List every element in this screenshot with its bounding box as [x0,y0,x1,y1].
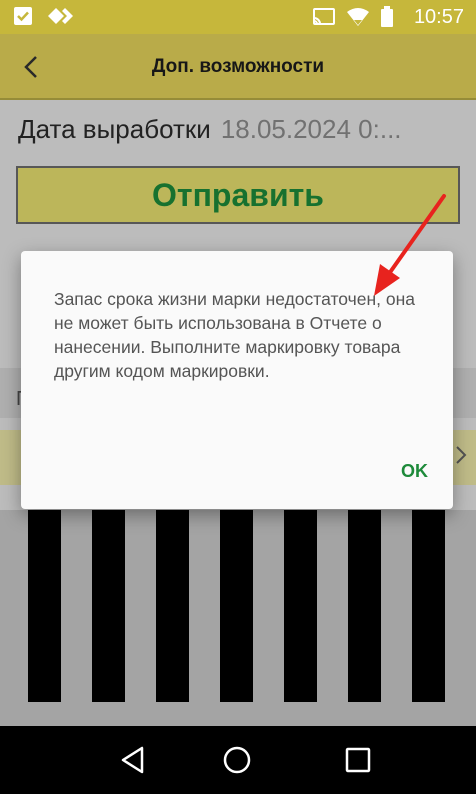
checkbox-icon [12,5,34,27]
home-circle-icon[interactable] [221,744,253,776]
recents-square-icon[interactable] [342,744,374,776]
back-triangle-icon[interactable] [118,744,150,776]
navigation-bar [0,726,476,794]
annotation-arrow-icon [374,194,446,296]
diamond-icon [48,5,73,27]
battery-icon [380,6,402,28]
clock: 10:57 [413,6,464,28]
status-bar: 10:57 [0,0,476,34]
cast-icon [312,6,335,28]
ok-button[interactable]: OK [401,461,428,482]
wifi-icon [346,6,369,28]
